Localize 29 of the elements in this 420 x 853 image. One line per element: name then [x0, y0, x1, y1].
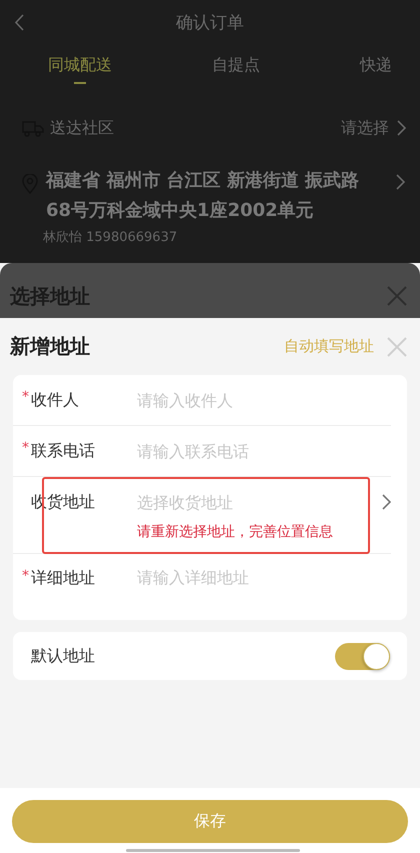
auto-fill-link[interactable]: 自动填写地址 — [284, 337, 374, 356]
delivery-tab[interactable]: 同城配送 — [48, 45, 112, 105]
field-label: 详细地址 — [31, 568, 96, 589]
chevron-right-icon — [382, 494, 391, 510]
back-icon[interactable] — [14, 14, 24, 31]
required-mark: * — [22, 568, 30, 584]
input-field[interactable]: 请输入联系电话 — [137, 442, 391, 460]
field-label: 收件人 — [31, 390, 80, 410]
field-label: 联系电话 — [31, 440, 96, 462]
save-button[interactable]: 保存 — [12, 800, 408, 843]
delivery-tab[interactable]: 自提点 — [212, 45, 260, 105]
default-address-label: 默认地址 — [31, 646, 95, 666]
contact-info: 林欣怡 15980669637 — [43, 229, 178, 246]
chevron-right-icon — [396, 174, 405, 190]
page-title: 确认订单 — [176, 12, 244, 34]
error-message: 请重新选择地址，完善位置信息 — [137, 523, 334, 542]
delivery-tab[interactable]: 快递 — [360, 45, 392, 105]
chevron-right-icon — [397, 120, 406, 136]
input-field[interactable]: 请输入详细地址 — [137, 568, 391, 587]
default-toggle[interactable] — [335, 642, 390, 670]
required-mark: * — [22, 389, 30, 405]
close-icon[interactable] — [386, 285, 408, 307]
community-value[interactable]: 请选择 — [341, 118, 389, 138]
delivery-address[interactable]: 福建省 福州市 台江区 新港街道 振武路68号万科金域中央1座2002单元 — [46, 166, 382, 226]
form-title: 新增地址 — [10, 333, 91, 360]
required-mark: * — [22, 440, 30, 456]
community-label: 送达社区 — [50, 118, 115, 138]
input-field[interactable]: 请输入收件人 — [137, 390, 391, 410]
address-picker[interactable]: 选择收货地址 — [137, 492, 382, 512]
